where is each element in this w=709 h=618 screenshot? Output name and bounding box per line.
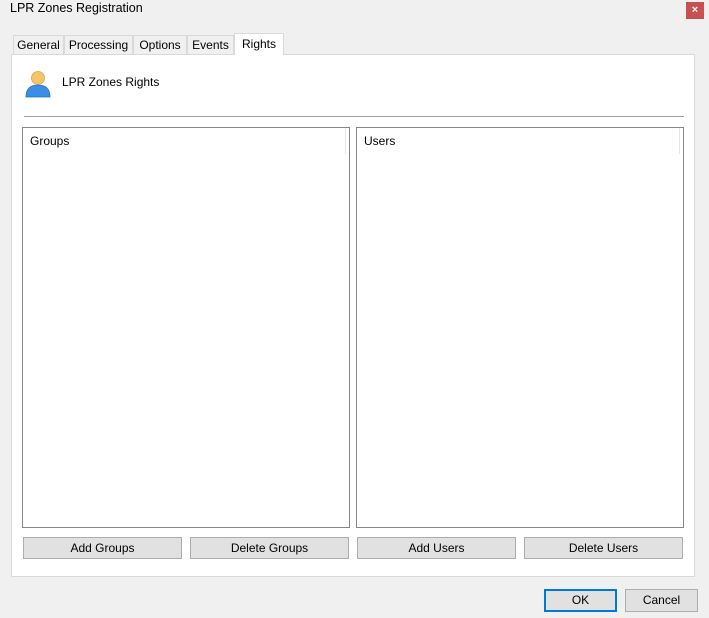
delete-groups-button[interactable]: Delete Groups: [190, 537, 349, 559]
cancel-button[interactable]: Cancel: [625, 589, 698, 612]
section-title: LPR Zones Rights: [62, 75, 160, 89]
ok-button[interactable]: OK: [544, 589, 617, 612]
tab-options[interactable]: Options: [133, 35, 187, 54]
tab-events[interactable]: Events: [187, 35, 234, 54]
groups-list[interactable]: Groups: [22, 127, 350, 528]
tab-rights[interactable]: Rights: [234, 33, 284, 55]
window-title: LPR Zones Registration: [10, 1, 143, 15]
add-users-button[interactable]: Add Users: [357, 537, 516, 559]
groups-column-header[interactable]: Groups: [23, 128, 346, 154]
tab-processing[interactable]: Processing: [64, 35, 133, 54]
separator: [24, 116, 684, 117]
tab-general[interactable]: General: [13, 35, 64, 54]
close-icon[interactable]: ×: [686, 2, 704, 19]
users-column-header[interactable]: Users: [357, 128, 680, 154]
users-list[interactable]: Users: [356, 127, 684, 528]
add-groups-button[interactable]: Add Groups: [23, 537, 182, 559]
delete-users-button[interactable]: Delete Users: [524, 537, 683, 559]
user-icon: [25, 71, 51, 98]
